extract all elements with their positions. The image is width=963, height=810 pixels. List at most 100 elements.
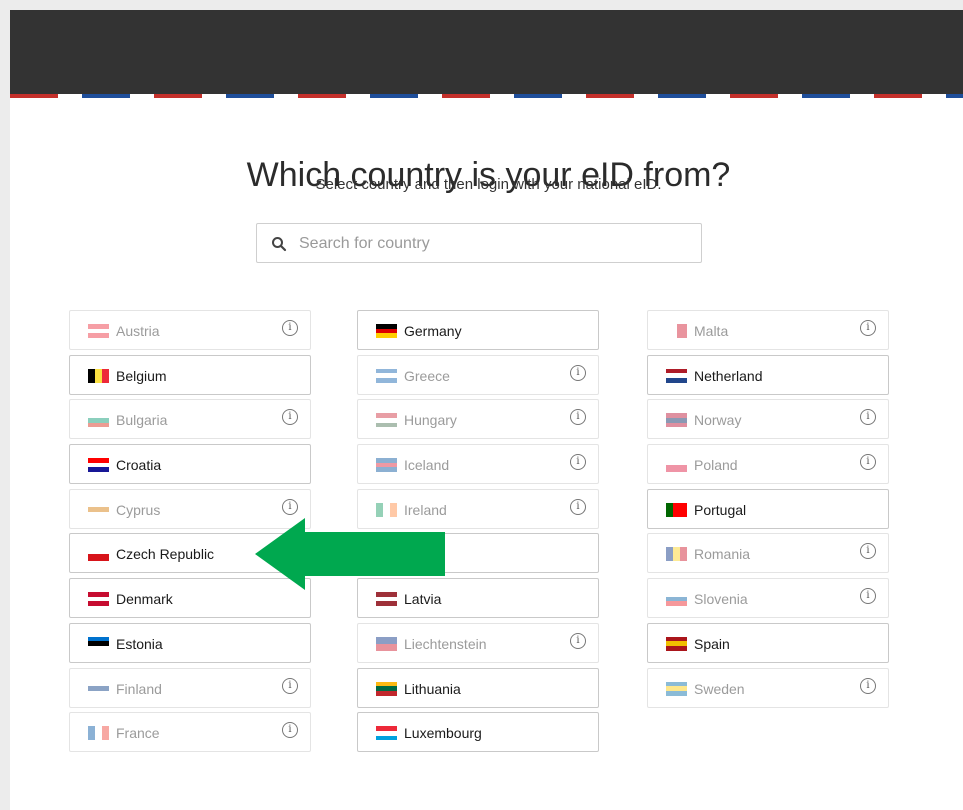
info-icon[interactable]: i: [570, 364, 586, 381]
country-name: Austria: [116, 323, 160, 339]
country-option-sweden[interactable]: Sweden i: [647, 667, 889, 708]
country-name: Ireland: [404, 501, 447, 518]
slovenia-flag-icon: [666, 592, 687, 607]
country-search-box[interactable]: [256, 223, 702, 264]
country-name: Malta: [694, 323, 729, 339]
lithuania-flag-icon: [376, 681, 397, 696]
country-option-iceland[interactable]: Iceland i: [357, 444, 599, 485]
romania-flag-icon: [666, 547, 687, 562]
country-name: Finland: [116, 680, 162, 697]
green-arrow-annotation: [255, 518, 445, 590]
info-icon[interactable]: i: [860, 677, 876, 694]
luxembourg-flag-icon: [376, 726, 397, 741]
iceland-flag-icon: [376, 458, 397, 473]
country-option-luxembourg[interactable]: Luxembourg: [357, 712, 599, 753]
country-option-spain[interactable]: Spain: [647, 622, 889, 663]
country-name: Spain: [694, 635, 730, 652]
country-name: Liechtenstein: [404, 635, 487, 652]
country-option-norway[interactable]: Norway i: [647, 399, 889, 440]
page-subtitle: Select country and then login with your …: [315, 176, 662, 193]
cyprus-flag-icon: [88, 502, 109, 517]
denmark-flag-icon: [88, 592, 109, 607]
country-name: Cyprus: [116, 501, 161, 518]
country-name: Norway: [694, 412, 742, 429]
france-flag-icon: [88, 726, 109, 741]
country-name: Sweden: [694, 680, 745, 697]
finland-flag-icon: [88, 681, 109, 696]
search-icon: [272, 237, 287, 252]
country-option-france[interactable]: France i: [69, 712, 311, 753]
country-name: Belgium: [116, 367, 167, 384]
country-option-hungary[interactable]: Hungary i: [357, 399, 599, 440]
country-name: Poland: [694, 457, 738, 474]
country-option-croatia[interactable]: Croatia: [69, 444, 311, 485]
country-name: France: [116, 725, 160, 742]
malta-flag-icon: [666, 324, 687, 338]
info-icon[interactable]: i: [282, 677, 298, 694]
info-icon[interactable]: i: [570, 409, 586, 426]
liechtenstein-flag-icon: [376, 636, 397, 651]
country-option-romania[interactable]: Romania i: [647, 533, 889, 574]
country-option-austria[interactable]: Austria i: [69, 310, 311, 350]
hungary-flag-icon: [376, 413, 397, 428]
country-option-netherland[interactable]: Netherland: [647, 354, 889, 395]
netherland-flag-icon: [666, 368, 687, 383]
country-name: Romania: [694, 546, 751, 563]
austria-flag-icon: [88, 324, 109, 338]
country-name: Slovenia: [694, 591, 748, 608]
country-name: Czech Republic: [116, 546, 215, 563]
search-input[interactable]: [297, 224, 696, 264]
country-option-lithuania[interactable]: Lithuania: [357, 667, 599, 708]
info-icon[interactable]: i: [282, 722, 298, 739]
country-column-3: Malta i Netherland Norway i Poland i Portugal Ro…: [647, 310, 889, 712]
country-option-poland[interactable]: Poland i: [647, 444, 889, 485]
info-icon[interactable]: i: [860, 454, 876, 471]
info-icon[interactable]: i: [570, 454, 586, 471]
country-option-portugal[interactable]: Portugal: [647, 488, 889, 529]
estonia-flag-icon: [88, 636, 109, 651]
country-option-slovenia[interactable]: Slovenia i: [647, 578, 889, 619]
country-name: Bulgaria: [116, 412, 168, 429]
country-name: Estonia: [116, 635, 163, 652]
header-bar: [10, 10, 963, 94]
country-name: Croatia: [116, 457, 162, 474]
country-name: Portugal: [694, 501, 747, 518]
airmail-stripe: [10, 94, 963, 98]
country-name: Iceland: [404, 457, 450, 474]
germany-flag-icon: [376, 324, 397, 338]
info-icon[interactable]: i: [282, 409, 298, 426]
info-icon[interactable]: i: [282, 498, 298, 515]
country-option-bulgaria[interactable]: Bulgaria i: [69, 399, 311, 440]
info-icon[interactable]: i: [860, 588, 876, 605]
croatia-flag-icon: [88, 458, 109, 473]
spain-flag-icon: [666, 636, 687, 651]
country-name: Netherland: [694, 367, 763, 384]
country-option-malta[interactable]: Malta i: [647, 310, 889, 350]
info-icon[interactable]: i: [570, 632, 586, 649]
country-option-greece[interactable]: Greece i: [357, 354, 599, 395]
sweden-flag-icon: [666, 681, 687, 696]
country-option-finland[interactable]: Finland i: [69, 667, 311, 708]
info-icon[interactable]: i: [282, 320, 298, 336]
info-icon[interactable]: i: [860, 409, 876, 426]
country-name: Lithuania: [404, 680, 461, 697]
country-option-liechtenstein[interactable]: Liechtenstein i: [357, 622, 599, 663]
country-name: Luxembourg: [404, 725, 482, 742]
portugal-flag-icon: [666, 502, 687, 517]
ireland-flag-icon: [376, 502, 397, 517]
czech-republic-flag-icon: [88, 547, 109, 562]
info-icon[interactable]: i: [860, 320, 876, 336]
country-name: Denmark: [116, 591, 173, 608]
info-icon[interactable]: i: [570, 498, 586, 515]
belgium-flag-icon: [88, 368, 109, 383]
bulgaria-flag-icon: [88, 413, 109, 428]
country-name: Greece: [404, 367, 450, 384]
country-option-belgium[interactable]: Belgium: [69, 354, 311, 395]
info-icon[interactable]: i: [860, 543, 876, 560]
country-name: Germany: [404, 323, 462, 339]
poland-flag-icon: [666, 458, 687, 473]
country-option-estonia[interactable]: Estonia: [69, 622, 311, 663]
greece-flag-icon: [376, 368, 397, 383]
country-name: Hungary: [404, 412, 457, 429]
country-option-germany[interactable]: Germany: [357, 310, 599, 350]
